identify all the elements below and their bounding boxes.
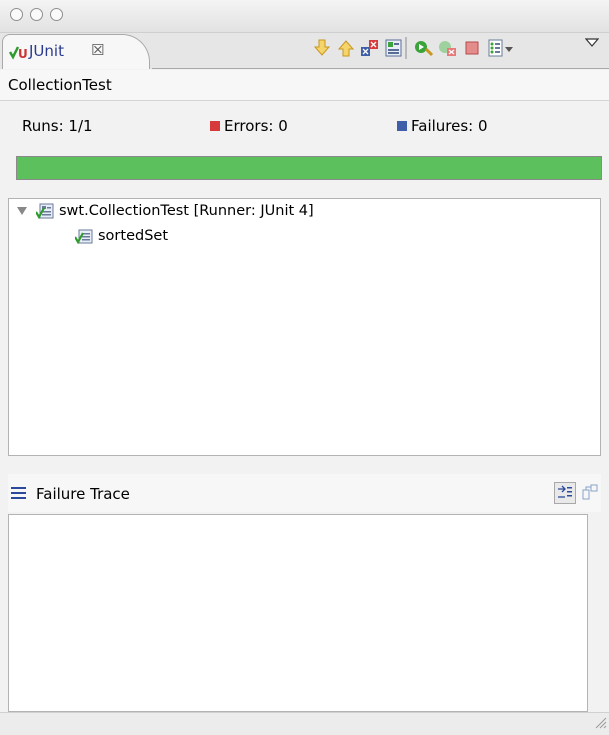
errors-label: Errors: 0 bbox=[224, 117, 288, 135]
test-history-icon[interactable] bbox=[486, 38, 506, 58]
expand-triangle-icon[interactable] bbox=[17, 207, 27, 215]
test-tree[interactable]: swt.CollectionTest [Runner: JUnit 4] sor… bbox=[8, 198, 588, 456]
test-label: sortedSet bbox=[98, 228, 169, 244]
junit-icon: U bbox=[8, 44, 29, 63]
tree-row-suite[interactable]: swt.CollectionTest [Runner: JUnit 4] bbox=[17, 203, 314, 220]
rerun-test-icon[interactable] bbox=[414, 38, 434, 58]
runs-counter: Runs: 1/1 bbox=[22, 117, 93, 135]
tree-scrollbar[interactable] bbox=[588, 198, 601, 456]
tab-label: JUnit bbox=[29, 42, 64, 60]
previous-failure-icon[interactable] bbox=[336, 38, 356, 58]
errors-counter: Errors: 0 bbox=[210, 117, 288, 135]
failure-trace-title: Failure Trace bbox=[36, 485, 130, 503]
suite-label: swt.CollectionTest [Runner: JUnit 4] bbox=[59, 203, 314, 219]
test-suite-ok-icon bbox=[35, 203, 54, 220]
test-class-title: CollectionTest bbox=[8, 76, 112, 94]
counter-panel: Runs: 1/1 Errors: 0 Failures: 0 bbox=[0, 101, 609, 145]
progress-fill bbox=[17, 157, 601, 179]
test-header: CollectionTest bbox=[0, 70, 609, 101]
failure-trace-header: Failure Trace bbox=[8, 474, 601, 512]
show-failures-only-icon[interactable] bbox=[360, 38, 380, 58]
status-bar bbox=[0, 712, 609, 735]
failures-counter: Failures: 0 bbox=[397, 117, 488, 135]
view-menu-icon[interactable] bbox=[582, 33, 602, 53]
history-dropdown-icon[interactable] bbox=[504, 40, 514, 60]
rerun-failed-first-icon[interactable] bbox=[438, 38, 458, 58]
close-window-button[interactable] bbox=[10, 8, 23, 21]
next-failure-icon[interactable] bbox=[312, 38, 332, 58]
zoom-window-button[interactable] bbox=[50, 8, 63, 21]
toolbar-separator bbox=[405, 37, 407, 59]
resize-grip-icon[interactable] bbox=[593, 715, 607, 733]
failures-label: Failures: 0 bbox=[411, 117, 488, 135]
error-icon bbox=[210, 121, 220, 131]
compare-result-icon[interactable] bbox=[582, 484, 598, 504]
scroll-lock-icon[interactable] bbox=[384, 38, 404, 58]
filter-stack-trace-icon[interactable] bbox=[554, 482, 576, 504]
svg-text:U: U bbox=[18, 47, 28, 60]
tree-row-test[interactable]: sortedSet bbox=[74, 228, 169, 245]
failure-trace-panel[interactable] bbox=[8, 514, 588, 712]
stack-trace-icon bbox=[11, 486, 27, 504]
junit-tab[interactable]: U JUnit ☒ bbox=[2, 34, 150, 69]
view-tabbar: U JUnit ☒ bbox=[0, 33, 609, 69]
failure-icon bbox=[397, 121, 407, 131]
window-titlebar bbox=[0, 0, 609, 33]
test-progress-bar bbox=[16, 156, 602, 180]
minimize-window-button[interactable] bbox=[30, 8, 43, 21]
test-ok-icon bbox=[74, 228, 93, 245]
tab-close-icon[interactable]: ☒ bbox=[91, 41, 104, 59]
stop-run-icon[interactable] bbox=[462, 38, 482, 58]
tab-underline bbox=[152, 68, 609, 69]
